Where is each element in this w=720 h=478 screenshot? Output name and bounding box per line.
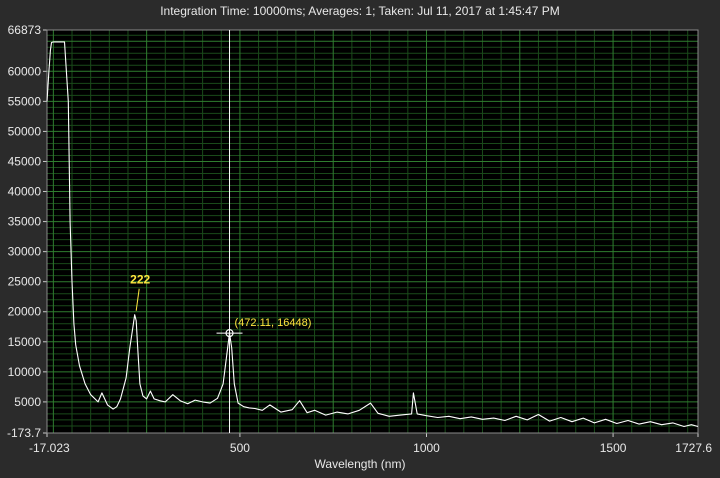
- x-tick-label: 500: [230, 441, 250, 455]
- x-tick-label: 1500: [600, 441, 627, 455]
- x-tick-label: 1000: [413, 441, 440, 455]
- y-tick-label: 45000: [8, 154, 42, 168]
- y-tick-label: 10000: [8, 365, 42, 379]
- y-tick-label: 60000: [8, 64, 42, 78]
- y-tick-label: 40000: [8, 185, 42, 199]
- x-tick-label: 1727.6: [675, 441, 712, 455]
- y-tick-label: 15000: [8, 335, 42, 349]
- y-tick-label: 30000: [8, 245, 42, 259]
- y-tick-label: 50000: [8, 124, 42, 138]
- x-tick-label: -17.023: [29, 441, 70, 455]
- spectrum-window: Integration Time: 10000ms; Averages: 1; …: [0, 0, 720, 478]
- y-tick-label: 55000: [8, 94, 42, 108]
- x-axis-label: Wavelength (nm): [314, 457, 406, 471]
- y-tick-label: 5000: [14, 395, 41, 409]
- y-tick-label: 20000: [8, 305, 42, 319]
- y-tick-label: -173.7: [7, 426, 41, 440]
- y-tick-label: 35000: [8, 215, 42, 229]
- y-tick-label: 66873: [8, 23, 42, 37]
- peak-label: 222: [130, 273, 150, 287]
- spectrum-chart[interactable]: 66873 60000 55000 50000 45000 40000 35000 30000…: [0, 0, 720, 478]
- cursor-readout: (472.11, 16448): [235, 317, 312, 329]
- y-tick-label: 25000: [8, 275, 42, 289]
- plot-area[interactable]: [47, 30, 698, 433]
